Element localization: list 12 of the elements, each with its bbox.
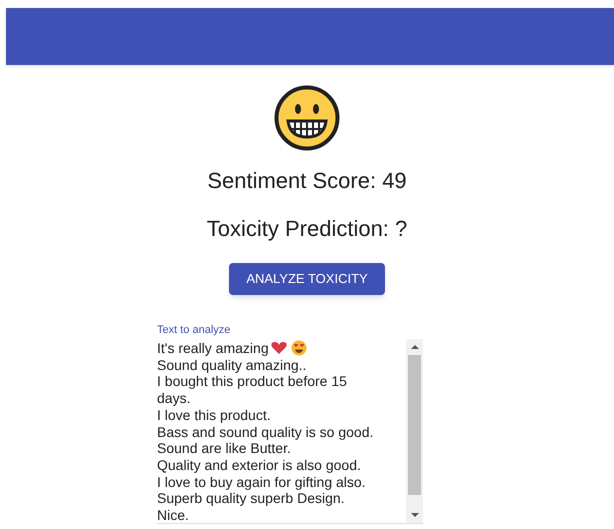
sentiment-score: Sentiment Score: 49 [207,167,407,195]
toxicity-prediction: Toxicity Prediction: ? [206,215,408,243]
text-input-field[interactable]: It's really amazing Sound quality amazing.. I bought this product before 15 days. I love this product. Bass and sound quality is so good. Sound are like Butter. Quality and exterior is also good. I love to buy again for gifting also. Superb quality superb Design. Nice. [157,339,406,523]
scrollbar-thumb[interactable] [408,355,421,495]
heart-eyes-face-icon [290,340,307,356]
grinning-face-icon [274,85,340,151]
analyze-toxicity-button[interactable]: ANALYZE TOXICITY [229,263,385,295]
scrollbar[interactable] [406,339,423,523]
field-label: Text to analyze [157,323,232,337]
scroll-down-icon[interactable] [410,512,418,518]
heart-icon [270,341,288,355]
scroll-up-icon[interactable] [410,344,418,350]
